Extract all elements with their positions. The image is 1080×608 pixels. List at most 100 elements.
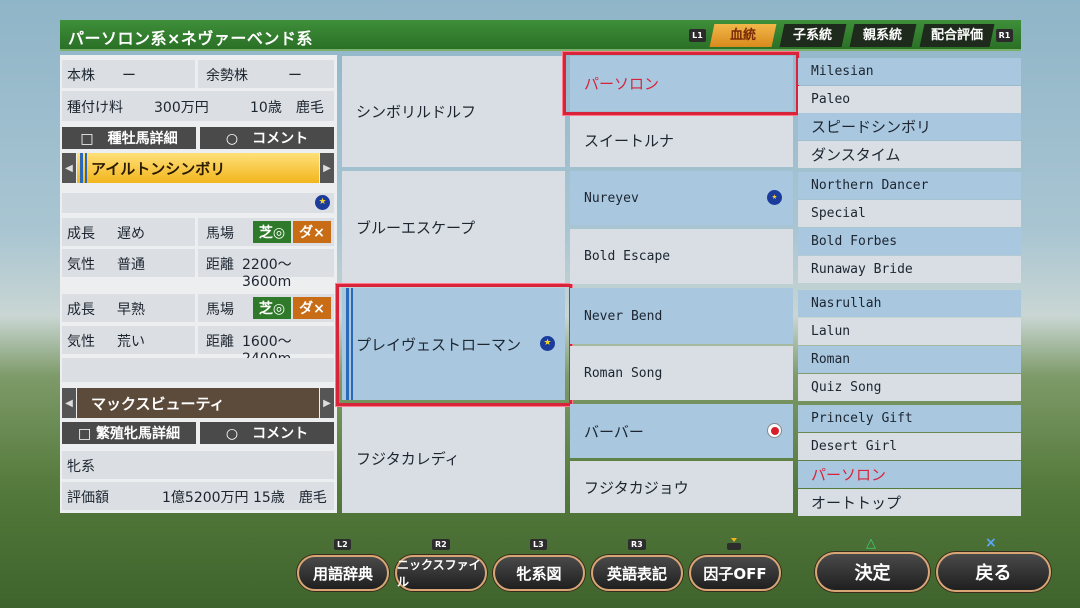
selection-frame-gen2 — [563, 52, 799, 115]
stallion-age-coat: 10歳 鹿毛 — [250, 100, 324, 116]
mare-track-row: 馬場 芝◎ ダ× — [198, 294, 334, 322]
header-bar: パーソロン系×ネヴァーベンド系 L1 血統 子系統 親系統 配合評価 R1 — [60, 20, 1021, 51]
stallion-track-row: 馬場 芝◎ ダ× — [198, 218, 334, 246]
stud-fee-label: 種付け料 — [67, 100, 123, 116]
pedigree-gen3-12[interactable]: Quiz Song — [798, 374, 1021, 401]
r3-tag: R3 — [628, 539, 646, 550]
mare-track-label: 馬場 — [206, 302, 234, 318]
r2-tag: R2 — [432, 539, 450, 550]
stallion-marker-2 — [85, 153, 87, 183]
mare-line-row: 牝系 — [62, 451, 334, 479]
mare-prev-arrow[interactable]: ◀ — [62, 388, 76, 418]
mare-line-chart-button[interactable]: 牝系図 — [493, 555, 585, 591]
mare-blank-row — [62, 358, 334, 382]
turf-badge: 芝◎ — [253, 221, 291, 243]
english-notation-button[interactable]: 英語表記 — [591, 555, 683, 591]
mare-distance-row: 距離 1600〜2400m — [198, 326, 334, 367]
pedigree-gen3-14[interactable]: Desert Girl — [798, 433, 1021, 460]
l1-tag: L1 — [689, 29, 706, 42]
selection-frame-gen1 — [336, 284, 572, 406]
stud-fee-value: 300万円 — [154, 100, 209, 116]
pedigree-gen2-6[interactable]: Roman Song — [570, 346, 793, 400]
pedigree-gen3-9[interactable]: Nasrullah — [798, 290, 1021, 317]
pedigree-gen3-4[interactable]: ダンスタイム — [798, 141, 1021, 168]
tab-parent-line[interactable]: 親系統 — [849, 24, 917, 47]
factor-off-button[interactable]: 因子OFF — [689, 555, 781, 591]
mare-value-value: 1億5200万円 15歳 鹿毛 — [162, 490, 327, 506]
mare-turf-badge: 芝◎ — [253, 297, 291, 319]
pedigree-gen1-sire-dam[interactable]: ブルーエスケープ — [342, 171, 565, 284]
mare-line-label: 牝系 — [67, 459, 95, 475]
pedigree-gen2-7[interactable]: バーバー — [570, 404, 793, 458]
distance-label: 距離 — [206, 257, 234, 273]
tab-sire-line[interactable]: 子系統 — [779, 24, 847, 47]
tab-pedigree[interactable]: 血統 — [709, 24, 777, 47]
mare-distance-label: 距離 — [206, 334, 234, 350]
pedigree-gen3-11[interactable]: Roman — [798, 346, 1021, 373]
japan-flag-icon — [767, 423, 782, 438]
pedigree-gen2-5[interactable]: Never Bend — [570, 288, 793, 344]
stallion-marker — [80, 153, 83, 183]
mare-value-row: 評価額 1億5200万円 15歳 鹿毛 — [62, 482, 334, 510]
pedigree-gen3-2[interactable]: Paleo — [798, 86, 1021, 113]
stallion-origin-row: ★ — [62, 193, 334, 213]
mare-value-label: 評価額 — [67, 490, 109, 506]
mare-growth-value: 早熟 — [117, 302, 145, 318]
remaining-share-label: 余勢株 — [206, 68, 248, 84]
mare-comment-button[interactable]: ○ コメント — [200, 422, 334, 444]
stallion-next-arrow[interactable]: ▶ — [320, 153, 334, 183]
stallion-detail-button[interactable]: □ 種牡馬詳細 — [62, 127, 196, 149]
stallion-distance-row: 距離 2200〜3600m — [198, 249, 334, 290]
mare-growth-row: 成長 早熟 — [62, 294, 195, 322]
main-share-row: 本株 ー — [62, 60, 195, 88]
pedigree-gen3-6[interactable]: Special — [798, 200, 1021, 227]
stallion-name[interactable]: アイルトンシンボリ — [77, 153, 319, 183]
stallion-comment-button[interactable]: ○ コメント — [200, 127, 334, 149]
pedigree-gen3-10[interactable]: Lalun — [798, 318, 1021, 345]
distance-value: 2200〜3600m — [242, 257, 292, 290]
tab-mating-eval[interactable]: 配合評価 — [919, 24, 995, 47]
stud-fee-row: 種付け料 300万円 10歳 鹿毛 — [62, 91, 334, 121]
pedigree-gen3-5[interactable]: Northern Dancer — [798, 172, 1021, 199]
pedigree-gen3-15[interactable]: パーソロン — [798, 461, 1021, 488]
track-label: 馬場 — [206, 226, 234, 242]
mare-name[interactable]: マックスビューティ — [77, 388, 319, 418]
pedigree-gen1-dam-dam[interactable]: フジタカレディ — [342, 404, 565, 513]
stallion-prev-arrow[interactable]: ◀ — [62, 153, 76, 183]
pedigree-gen3-7[interactable]: Bold Forbes — [798, 228, 1021, 255]
back-button[interactable]: 戻る — [936, 552, 1051, 592]
temper-label: 気性 — [67, 257, 95, 273]
page-title: パーソロン系×ネヴァーベンド系 — [68, 29, 313, 48]
eu-flag-icon: ★ — [315, 195, 330, 210]
confirm-button[interactable]: 決定 — [815, 552, 930, 592]
pedigree-gen3-8[interactable]: Runaway Bride — [798, 256, 1021, 283]
pedigree-gen3-3[interactable]: スピードシンボリ — [798, 113, 1021, 140]
nicks-file-button[interactable]: ニックスファイル — [395, 555, 487, 591]
mare-detail-button[interactable]: □ 繁殖牝馬詳細 — [62, 422, 196, 444]
pedigree-gen2-8[interactable]: フジタカジョウ — [570, 461, 793, 513]
stallion-temper-row: 気性 普通 — [62, 249, 195, 277]
cross-icon: × — [985, 535, 997, 551]
stallion-growth-row: 成長 遅め — [62, 218, 195, 246]
mare-next-arrow[interactable]: ▶ — [320, 388, 334, 418]
mare-temper-value: 荒い — [117, 334, 145, 350]
growth-label: 成長 — [67, 226, 95, 242]
r1-tag: R1 — [996, 29, 1013, 42]
pedigree-gen2-2[interactable]: スイートルナ — [570, 114, 793, 167]
glossary-button[interactable]: 用語辞典 — [297, 555, 389, 591]
remaining-share-value: ー — [288, 68, 302, 84]
pedigree-gen2-4[interactable]: Bold Escape — [570, 229, 793, 284]
l2-tag: L2 — [334, 539, 351, 550]
dirt-badge: ダ× — [293, 221, 331, 243]
remaining-share-row: 余勢株 ー — [198, 60, 334, 88]
pedigree-gen3-1[interactable]: Milesian — [798, 58, 1021, 85]
pedigree-gen1-sire[interactable]: シンボリルドルフ — [342, 56, 565, 167]
l3-tag: L3 — [530, 539, 547, 550]
pedigree-gen3-16[interactable]: オートトップ — [798, 489, 1021, 516]
pedigree-gen3-13[interactable]: Princely Gift — [798, 405, 1021, 432]
mare-temper-row: 気性 荒い — [62, 326, 195, 354]
mare-dirt-badge: ダ× — [293, 297, 331, 319]
growth-value: 遅め — [117, 226, 145, 242]
pedigree-gen2-3[interactable]: Nureyev ★ — [570, 171, 793, 225]
touchpad-icon — [726, 536, 742, 550]
